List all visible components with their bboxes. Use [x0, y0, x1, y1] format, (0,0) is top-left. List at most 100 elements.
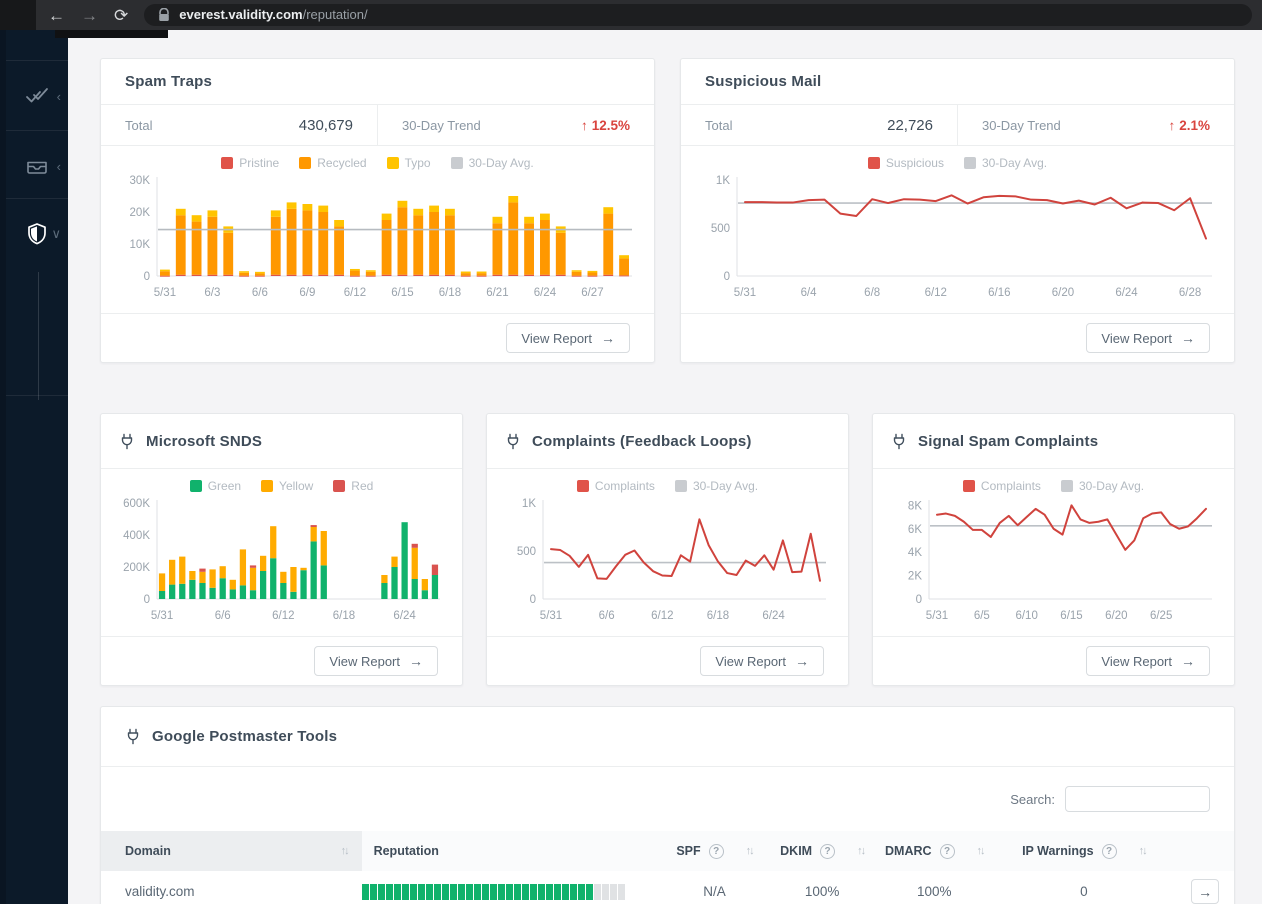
svg-text:5/31: 5/31 — [734, 287, 756, 299]
ip-warnings-cell: 0 — [1080, 884, 1088, 900]
legend-item: 30-Day Avg. — [1060, 479, 1144, 493]
url-bar[interactable]: everest.validity.com/reputation/ — [144, 4, 1252, 26]
column-header-domain[interactable]: Domain ↑↓ — [101, 831, 362, 871]
arrow-right-icon: → — [601, 330, 615, 346]
chevron-down-icon: ∨ — [51, 226, 61, 241]
legend-swatch — [299, 157, 312, 169]
svg-text:6/16: 6/16 — [988, 287, 1010, 299]
snds-legend: Green Yellow Red — [117, 479, 446, 493]
column-header-dkim[interactable]: DKIM ? ↑↓ — [767, 831, 877, 871]
legend-swatch — [221, 157, 234, 169]
sort-icon[interactable]: ↑↓ — [857, 845, 866, 857]
sidebar-item-inbox[interactable]: ‹ — [6, 133, 68, 199]
svg-text:6/12: 6/12 — [925, 287, 947, 299]
svg-text:6K: 6K — [908, 524, 922, 536]
reputation-bar — [361, 883, 662, 900]
legend-item: Suspicious — [867, 156, 944, 170]
refresh-button[interactable]: ⟳ — [114, 7, 128, 24]
url-host: everest.validity.com — [179, 7, 303, 22]
column-header-dmarc[interactable]: DMARC ? ↑↓ — [877, 831, 991, 871]
svg-text:6/9: 6/9 — [299, 287, 315, 299]
chevron-left-icon: ‹ — [56, 88, 61, 104]
arrow-right-icon: → — [409, 653, 423, 669]
svg-text:5/31: 5/31 — [926, 610, 948, 622]
search-input[interactable] — [1065, 786, 1210, 812]
forward-button[interactable]: → — [81, 7, 98, 24]
spam-traps-total: Total 430,679 — [125, 116, 353, 134]
column-header-spf[interactable]: SPF ? ↑↓ — [662, 831, 767, 871]
chevron-left-icon: ‹ — [56, 158, 61, 174]
help-icon[interactable]: ? — [708, 843, 724, 859]
legend-item: Green — [189, 479, 241, 493]
back-button[interactable]: ← — [48, 7, 65, 24]
sort-icon[interactable]: ↑↓ — [341, 845, 350, 857]
legend-item: Yellow — [261, 479, 313, 493]
svg-text:1K: 1K — [522, 498, 536, 510]
signal-spam-card: Signal Spam Complaints Complaints 30-Day … — [872, 413, 1235, 686]
svg-text:6/20: 6/20 — [1105, 610, 1127, 622]
spam-traps-trend-value: 12.5% — [591, 117, 630, 133]
svg-text:6/15: 6/15 — [1060, 610, 1082, 622]
svg-text:500: 500 — [517, 546, 536, 558]
svg-text:2K: 2K — [908, 571, 922, 583]
search-label: Search: — [1010, 791, 1055, 807]
legend-item: 30-Day Avg. — [963, 156, 1047, 170]
sort-icon[interactable]: ↑↓ — [1139, 845, 1148, 857]
row-detail-button[interactable]: → — [1191, 879, 1220, 904]
table-row[interactable]: validity.com N/A 100% 100% 0 → — [101, 871, 1234, 904]
view-report-button[interactable]: View Report → — [1086, 646, 1210, 676]
legend-swatch — [962, 480, 975, 492]
shield-icon — [26, 222, 48, 246]
browser-toolbar: ← → ⟳ everest.validity.com/reputation/ — [0, 0, 1262, 38]
sort-icon[interactable]: ↑↓ — [746, 845, 755, 857]
help-icon[interactable]: ? — [1101, 843, 1117, 859]
view-report-button[interactable]: View Report → — [700, 646, 824, 676]
fbl-legend: Complaints 30-Day Avg. — [503, 479, 832, 493]
svg-text:6/18: 6/18 — [707, 610, 729, 622]
fbl-chart: 1K 500 0 5/31 6/6 6/12 6/18 6/24 — [517, 498, 826, 622]
svg-text:6/24: 6/24 — [393, 610, 416, 622]
svg-text:5/31: 5/31 — [154, 287, 176, 299]
svg-text:10K: 10K — [130, 239, 151, 251]
legend-item: Complaints — [576, 479, 655, 493]
plug-icon — [505, 433, 521, 450]
svg-text:6/27: 6/27 — [581, 287, 603, 299]
svg-text:0: 0 — [530, 594, 536, 606]
view-report-button[interactable]: View Report → — [1086, 323, 1210, 353]
svg-text:0: 0 — [916, 594, 922, 606]
help-icon[interactable]: ? — [820, 843, 836, 859]
google-postmaster-card: Google Postmaster Tools Search: Domain ↑… — [100, 706, 1235, 904]
plug-icon — [891, 433, 907, 450]
svg-text:6/18: 6/18 — [439, 287, 461, 299]
spam-traps-total-value: 430,679 — [298, 116, 353, 134]
tab-strip-remnant — [55, 30, 168, 38]
legend-swatch — [333, 480, 346, 492]
reputation-cell — [361, 871, 662, 904]
svg-text:6/18: 6/18 — [333, 610, 355, 622]
sidebar: ‹ ‹ ∨ — [0, 30, 68, 904]
sort-icon[interactable]: ↑↓ — [977, 845, 986, 857]
arrow-right-icon: → — [1198, 883, 1213, 900]
sidebar-item-reputation[interactable]: ∨ — [6, 201, 68, 267]
signal-chart: 8K 6K 4K 2K 0 5/31 6/5 6/10 6/15 6/20 6/25 — [908, 500, 1212, 622]
svg-text:6/6: 6/6 — [599, 610, 615, 622]
fbl-title: Complaints (Feedback Loops) — [532, 432, 752, 450]
view-report-button[interactable]: View Report → — [506, 323, 630, 353]
legend-item: Pristine — [221, 156, 279, 170]
column-header-reputation[interactable]: Reputation — [362, 831, 662, 871]
suspicious-legend: Suspicious 30-Day Avg. — [697, 156, 1218, 170]
svg-text:30K: 30K — [130, 175, 151, 187]
sidebar-item-validation[interactable]: ‹ — [6, 63, 68, 129]
dmarc-cell: 100% — [917, 884, 952, 900]
svg-text:6/12: 6/12 — [272, 610, 294, 622]
column-header-ip-warnings[interactable]: IP Warnings ? ↑↓ — [992, 831, 1177, 871]
help-icon[interactable]: ? — [939, 843, 955, 859]
view-report-button[interactable]: View Report → — [314, 646, 438, 676]
legend-item: 30-Day Avg. — [450, 156, 534, 170]
snds-chart: 600K 400K 200K 05/31 6/6 6/12 6/18 6/24 — [123, 498, 440, 622]
signal-legend: Complaints 30-Day Avg. — [889, 479, 1218, 493]
legend-item: Red — [333, 479, 373, 493]
inbox-icon — [25, 156, 49, 176]
svg-text:0: 0 — [724, 271, 730, 283]
svg-text:0: 0 — [144, 271, 150, 283]
